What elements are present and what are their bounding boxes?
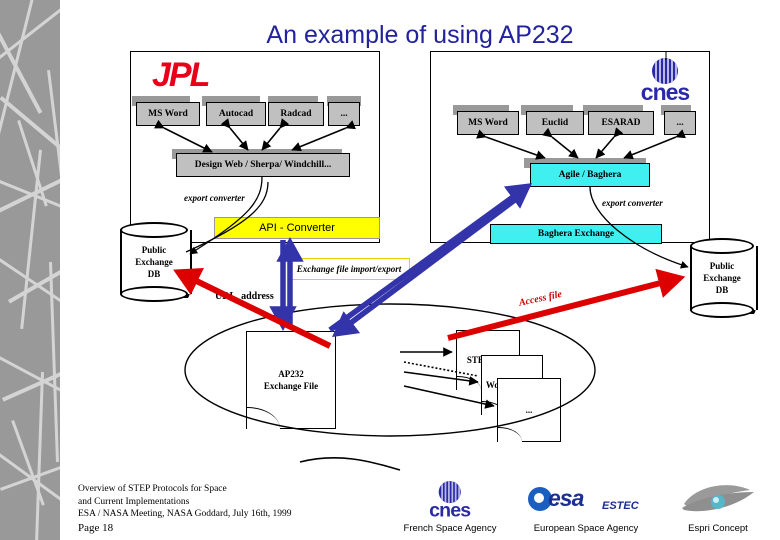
decorative-side-band (0, 0, 60, 540)
cnes-export-converter-label: export converter (602, 198, 663, 208)
pdm-box-agile-baghera[interactable]: Agile / Baghera (530, 163, 650, 187)
footer-line-3: ESA / NASA Meeting, NASA Goddard, July 1… (78, 509, 292, 519)
pdm-box-design-web[interactable]: Design Web / Sherpa/ Windchill... (176, 153, 350, 177)
page-title: An example of using AP232 (266, 21, 574, 49)
app-box-autocad[interactable]: Autocad (206, 102, 266, 126)
app-box-ms-word-cnes[interactable]: MS Word (457, 111, 519, 135)
page-number: Page 18 (78, 522, 114, 534)
cnes-logo-text: cnes (640, 79, 690, 105)
db-left-line2: Exchange (135, 257, 173, 267)
credit-caption-espri: Espri Concept (688, 523, 748, 534)
cnes-credit-text: cnes (429, 498, 471, 521)
app-box-ms-word-jpl[interactable]: MS Word (136, 102, 200, 126)
public-exchange-db-left: Public Exchange DB (120, 222, 192, 302)
exchange-file-note: Exchange file import/export (288, 258, 410, 280)
credit-caption-esa: European Space Agency (533, 523, 639, 534)
footer-line-2: and Current Implementations (78, 496, 190, 507)
baghera-exchange-box[interactable]: Baghera Exchange (490, 224, 662, 244)
db-right-line1: Public (709, 261, 735, 271)
jpl-export-converter-label: export converter (184, 193, 245, 203)
app-box-euclid[interactable]: Euclid (526, 111, 584, 135)
esa-logo-text: esa (548, 485, 584, 511)
access-file-label: Access file (518, 288, 563, 309)
app-box-other-cnes[interactable]: ... (664, 111, 696, 135)
doc-other-label: ... (525, 405, 533, 415)
app-box-radcad[interactable]: Radcad (268, 102, 324, 126)
ap232-doc-line2: Exchange File (263, 381, 319, 391)
slide-canvas: An example of using AP232 JPL MS Word Au… (0, 0, 780, 540)
esa-estec-logo: esa ESTEC (528, 485, 639, 519)
cnes-logo: cnes (630, 58, 700, 106)
footer-line-1: Overview of STEP Protocols for Space (78, 484, 227, 494)
db-left-line3: DB (147, 269, 161, 279)
ap232-doc-line1: AP232 (278, 369, 304, 379)
public-exchange-db-right: Public Exchange DB (690, 238, 758, 318)
app-box-esarad[interactable]: ESARAD (588, 111, 654, 135)
footer-reference: Overview of STEP Protocols for Space and… (78, 483, 292, 521)
db-left-line1: Public (141, 245, 167, 255)
db-right-line2: Exchange (703, 273, 741, 283)
app-box-other-jpl[interactable]: ... (328, 102, 360, 126)
ap232-exchange-file-doc: AP232 Exchange File (246, 331, 336, 429)
url-address-label: URL, address (215, 291, 274, 302)
db-right-line3: DB (715, 285, 729, 295)
jpl-logo: JPL (152, 56, 210, 94)
cnes-credit-logo: cnes (420, 481, 480, 522)
doc-other: ... (497, 378, 561, 442)
espri-eye-logo (680, 482, 756, 516)
credit-caption-cnes: French Space Agency (403, 523, 497, 534)
estec-logo-text: ESTEC (602, 500, 639, 512)
api-converter-box[interactable]: API - Converter (214, 217, 380, 239)
